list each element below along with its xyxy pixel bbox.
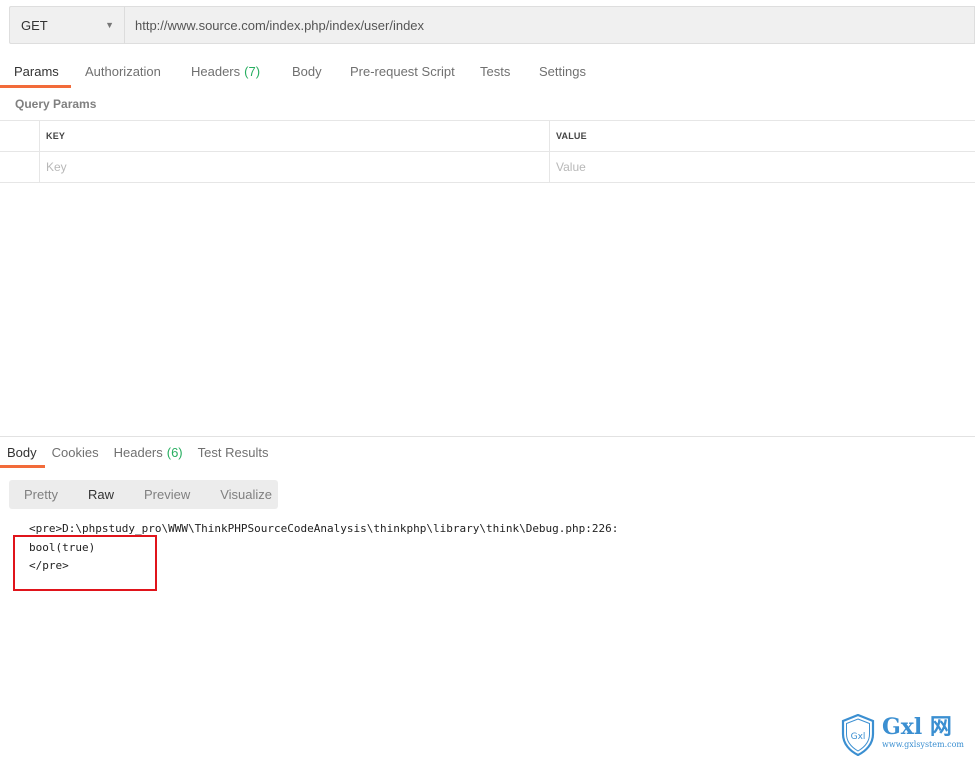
tab-body[interactable]: Body	[278, 56, 336, 88]
view-mode-tabs: Pretty Raw Preview Visualize	[9, 480, 278, 509]
tab-label: Tests	[480, 64, 511, 79]
view-preview[interactable]: Preview	[129, 487, 205, 502]
chevron-down-icon: ▼	[105, 20, 114, 30]
tab-label: Test Results	[197, 445, 269, 460]
pane-divider[interactable]	[0, 436, 975, 437]
query-params-table: KEY VALUE Key Value	[0, 120, 975, 183]
tab-label: Headers	[191, 64, 241, 79]
response-headers-count: (6)	[166, 445, 183, 460]
view-raw[interactable]: Raw	[73, 487, 129, 502]
tab-response-body[interactable]: Body	[0, 440, 45, 468]
tab-settings[interactable]: Settings	[525, 56, 605, 88]
table-row: Key Value	[0, 152, 975, 183]
url-text: http://www.source.com/index.php/index/us…	[135, 17, 425, 33]
tab-headers[interactable]: Headers (7)	[177, 56, 278, 88]
url-bar: GET ▼ http://www.source.com/index.php/in…	[9, 6, 975, 44]
key-column-header: KEY	[40, 121, 550, 151]
headers-count: (7)	[244, 64, 261, 79]
tab-label: Pre-request Script	[350, 64, 455, 79]
method-select[interactable]: GET ▼	[9, 6, 124, 44]
value-column-header: VALUE	[556, 131, 587, 141]
tab-label: Params	[14, 64, 59, 79]
tab-response-headers[interactable]: Headers (6)	[107, 440, 191, 468]
highlight-annotation-box	[13, 535, 157, 591]
query-params-label: Query Params	[15, 97, 97, 111]
key-input[interactable]: Key	[40, 152, 550, 182]
shield-logo-text: Gxl	[851, 732, 866, 742]
tab-cookies[interactable]: Cookies	[45, 440, 107, 468]
watermark: Gxl Gxl 网 www.gxlsystem.com	[841, 714, 967, 756]
row-checkbox-cell	[0, 152, 40, 182]
tab-label: Cookies	[51, 445, 99, 460]
tab-authorization[interactable]: Authorization	[71, 56, 177, 88]
watermark-brand: Gxl 网	[882, 714, 952, 740]
response-tabs: Body Cookies Headers (6) Test Results	[0, 440, 276, 468]
tab-label: Body	[292, 64, 322, 79]
view-pretty[interactable]: Pretty	[9, 487, 73, 502]
method-label: GET	[21, 17, 48, 33]
tab-pre-request-script[interactable]: Pre-request Script	[336, 56, 466, 88]
tab-tests[interactable]: Tests	[466, 56, 525, 88]
view-visualize[interactable]: Visualize	[205, 487, 287, 502]
tab-label: Headers	[113, 445, 163, 460]
value-placeholder: Value	[556, 160, 586, 174]
tab-test-results[interactable]: Test Results	[191, 440, 277, 468]
tab-label: Settings	[539, 64, 586, 79]
request-tabs: Params Authorization Headers (7) Body Pre…	[0, 56, 605, 88]
shield-logo-icon: Gxl	[841, 714, 875, 756]
url-input[interactable]: http://www.source.com/index.php/index/us…	[124, 6, 975, 44]
tab-label: Body	[7, 445, 37, 460]
tab-label: Authorization	[85, 64, 161, 79]
key-placeholder: Key	[46, 160, 67, 174]
tab-params[interactable]: Params	[0, 56, 71, 88]
watermark-text: Gxl 网 www.gxlsystem.com	[882, 714, 964, 750]
value-input[interactable]: Value	[550, 152, 975, 182]
checkbox-column-header	[0, 121, 40, 151]
table-header-row: KEY VALUE	[0, 121, 975, 152]
watermark-url: www.gxlsystem.com	[882, 740, 965, 749]
